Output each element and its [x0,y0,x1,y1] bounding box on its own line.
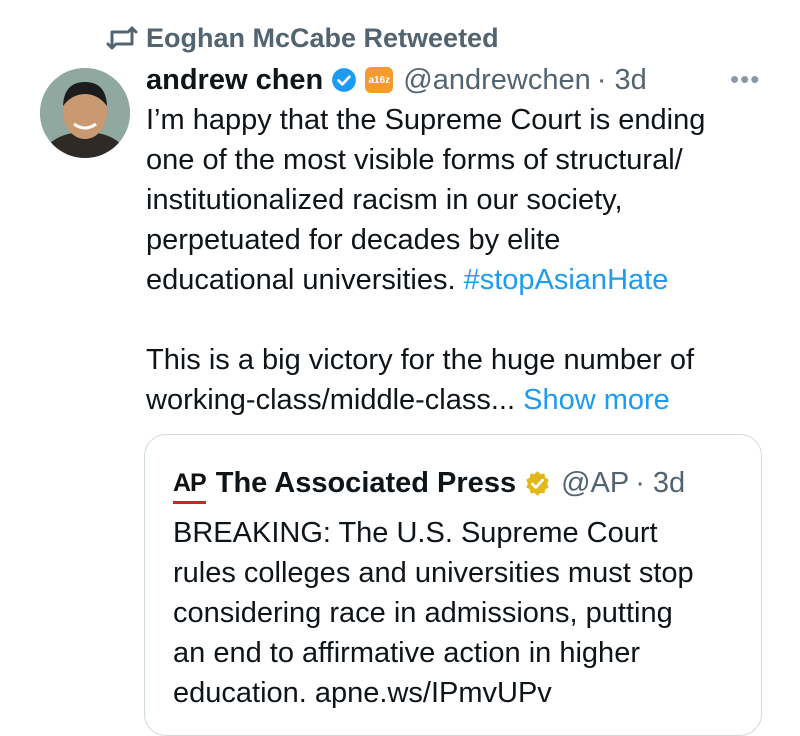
affiliation-badge[interactable]: a16z [365,67,394,93]
tweet-line: I’m happy that the Supreme Court is endi… [146,104,706,136]
more-icon[interactable]: ••• [730,64,760,95]
tweet-line: one of the most visible forms of structu… [146,144,683,176]
tweet-line-text: working-class/middle-class... [146,384,516,416]
verified-badge-icon [332,68,357,92]
retweet-label: Eoghan McCabe Retweeted [146,22,499,53]
tweet-author: andrew chen a16z @andrewchen · 3d [146,60,647,100]
tweet-line: institutionalized racism in our society, [146,184,623,216]
quote-text: BREAKING: The U.S. Supreme Court rules c… [173,513,743,713]
quote-author-name[interactable]: The Associated Press [216,467,516,500]
quote-line: an end to affirmative action in higher [173,637,640,669]
quote-line: rules colleges and universities must sto… [173,557,694,589]
quote-author: AP The Associated Press @AP · 3d [173,463,685,504]
verified-gold-badge-icon [526,470,549,496]
avatar-image [40,68,130,158]
tweet-line: This is a big victory for the huge numbe… [146,344,695,376]
ap-logo: AP [173,468,207,504]
show-more-link[interactable]: Show more [523,384,670,416]
author-name[interactable]: andrew chen [146,64,323,97]
avatar[interactable] [40,68,130,158]
tweet-timestamp[interactable]: · 3d [597,64,647,97]
tweet-text: I’m happy that the Supreme Court is endi… [146,100,766,420]
retweet-icon [106,26,138,50]
quoted-tweet[interactable]: AP The Associated Press @AP · 3d BREAKIN… [144,434,762,736]
tweet-line: educational universities. #stopAsianHate [146,260,766,300]
quote-timestamp[interactable]: · 3d [635,467,685,500]
author-handle[interactable]: @andrewchen [403,64,590,97]
tweet-line: working-class/middle-class... Show more [146,380,766,420]
retweet-indicator[interactable]: Eoghan McCabe Retweeted [106,20,499,56]
quote-author-handle[interactable]: @AP [561,467,629,500]
quote-line: education. apne.ws/IPmvUPv [173,677,552,709]
hashtag-link[interactable]: #stopAsianHate [464,264,669,296]
tweet-line: perpetuated for decades by elite [146,224,561,256]
quote-line: considering race in admissions, putting [173,597,673,629]
tweet-line-text: educational universities. [146,264,456,296]
quote-line: BREAKING: The U.S. Supreme Court [173,517,658,549]
